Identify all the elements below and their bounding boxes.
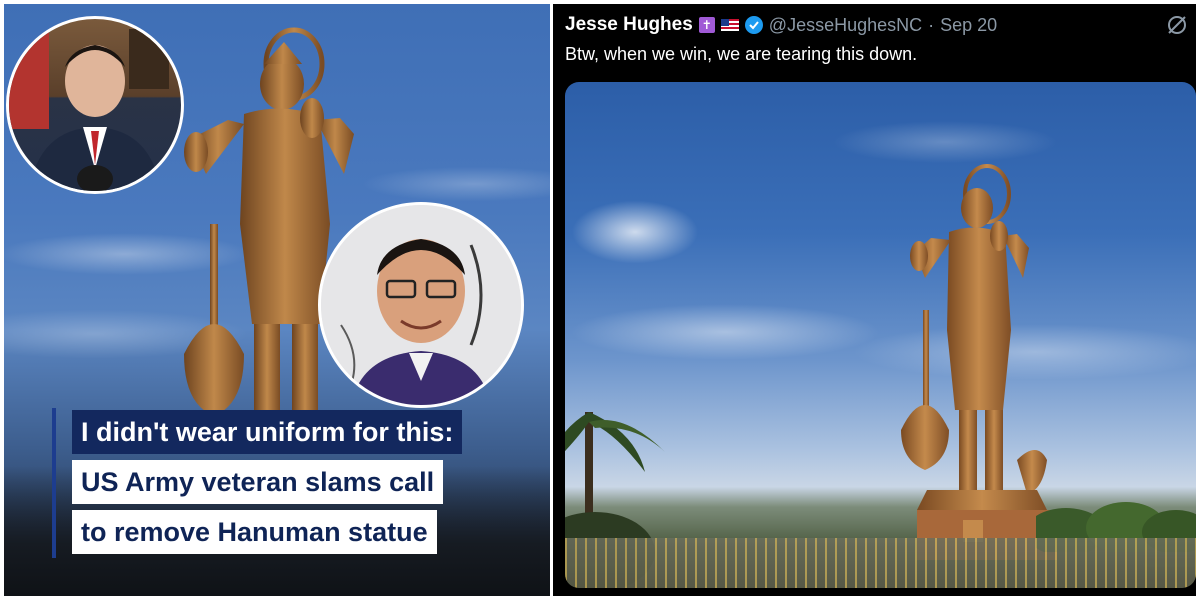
separator-dot: · <box>928 14 935 35</box>
author-handle[interactable]: @JesseHughesNC <box>769 15 922 36</box>
tweet-date[interactable]: Sep 20 <box>940 15 997 36</box>
us-flag-emoji-icon <box>720 19 739 31</box>
cross-emoji-icon: ✝ <box>698 17 715 33</box>
tweet-text: Btw, when we win, we are tearing this do… <box>565 44 918 64</box>
tweet-panel: Jesse Hughes ✝ @JesseHughesNC · Sep 20 B… <box>553 4 1196 596</box>
tweet-header: Jesse Hughes ✝ @JesseHughesNC · Sep 20 <box>565 14 997 36</box>
fence-barrier <box>565 538 1196 588</box>
news-graphic-panel: I didn't wear uniform for this: US Army … <box>4 4 550 596</box>
veteran-avatar <box>318 202 524 408</box>
headline-accent-bar <box>52 408 56 558</box>
headline-line-3: to remove Hanuman statue <box>72 510 437 554</box>
tweet-media-image[interactable] <box>565 82 1196 588</box>
headline-line-1: I didn't wear uniform for this: <box>72 410 463 454</box>
grok-icon[interactable] <box>1166 14 1188 36</box>
verified-badge-icon[interactable] <box>744 16 763 34</box>
author-name[interactable]: Jesse Hughes <box>565 14 693 36</box>
headline-line-2: US Army veteran slams call <box>72 460 444 504</box>
politician-avatar <box>6 16 184 194</box>
